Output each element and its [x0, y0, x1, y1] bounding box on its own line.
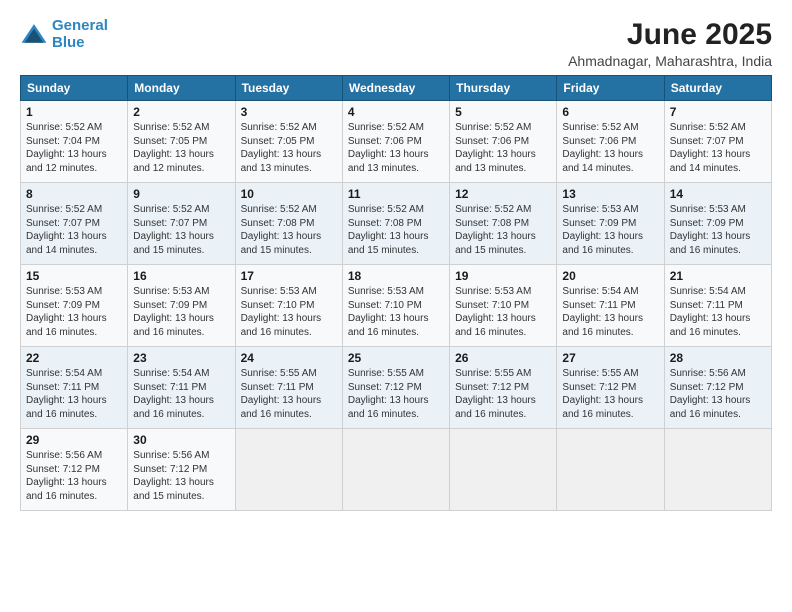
list-item: 1 Sunrise: 5:52 AMSunset: 7:04 PMDayligh… [21, 101, 128, 183]
header: General Blue June 2025 Ahmadnagar, Mahar… [20, 18, 772, 69]
logo: General Blue [20, 18, 108, 51]
list-item: 21 Sunrise: 5:54 AMSunset: 7:11 PMDaylig… [664, 265, 771, 347]
table-row: 1 Sunrise: 5:52 AMSunset: 7:04 PMDayligh… [21, 101, 772, 183]
list-item: 9 Sunrise: 5:52 AMSunset: 7:07 PMDayligh… [128, 183, 235, 265]
col-wednesday: Wednesday [342, 76, 449, 101]
list-item: 25 Sunrise: 5:55 AMSunset: 7:12 PMDaylig… [342, 347, 449, 429]
list-item: 18 Sunrise: 5:53 AMSunset: 7:10 PMDaylig… [342, 265, 449, 347]
empty-cell [664, 429, 771, 511]
list-item: 10 Sunrise: 5:52 AMSunset: 7:08 PMDaylig… [235, 183, 342, 265]
list-item: 16 Sunrise: 5:53 AMSunset: 7:09 PMDaylig… [128, 265, 235, 347]
title-block: June 2025 Ahmadnagar, Maharashtra, India [568, 18, 772, 69]
list-item: 5 Sunrise: 5:52 AMSunset: 7:06 PMDayligh… [450, 101, 557, 183]
logo-line2: Blue [52, 34, 85, 51]
list-item: 13 Sunrise: 5:53 AMSunset: 7:09 PMDaylig… [557, 183, 664, 265]
list-item: 29 Sunrise: 5:56 AMSunset: 7:12 PMDaylig… [21, 429, 128, 511]
col-sunday: Sunday [21, 76, 128, 101]
col-friday: Friday [557, 76, 664, 101]
list-item: 3 Sunrise: 5:52 AMSunset: 7:05 PMDayligh… [235, 101, 342, 183]
calendar: Sunday Monday Tuesday Wednesday Thursday… [20, 75, 772, 511]
list-item: 6 Sunrise: 5:52 AMSunset: 7:06 PMDayligh… [557, 101, 664, 183]
list-item: 7 Sunrise: 5:52 AMSunset: 7:07 PMDayligh… [664, 101, 771, 183]
table-row: 8 Sunrise: 5:52 AMSunset: 7:07 PMDayligh… [21, 183, 772, 265]
page: General Blue June 2025 Ahmadnagar, Mahar… [0, 0, 792, 612]
logo-text: General Blue [52, 18, 108, 51]
list-item: 4 Sunrise: 5:52 AMSunset: 7:06 PMDayligh… [342, 101, 449, 183]
table-row: 22 Sunrise: 5:54 AMSunset: 7:11 PMDaylig… [21, 347, 772, 429]
list-item: 14 Sunrise: 5:53 AMSunset: 7:09 PMDaylig… [664, 183, 771, 265]
col-thursday: Thursday [450, 76, 557, 101]
list-item: 15 Sunrise: 5:53 AMSunset: 7:09 PMDaylig… [21, 265, 128, 347]
list-item: 23 Sunrise: 5:54 AMSunset: 7:11 PMDaylig… [128, 347, 235, 429]
table-row: 29 Sunrise: 5:56 AMSunset: 7:12 PMDaylig… [21, 429, 772, 511]
empty-cell [557, 429, 664, 511]
logo-line1: General [52, 17, 108, 34]
list-item: 20 Sunrise: 5:54 AMSunset: 7:11 PMDaylig… [557, 265, 664, 347]
main-title: June 2025 [568, 18, 772, 51]
col-saturday: Saturday [664, 76, 771, 101]
list-item: 28 Sunrise: 5:56 AMSunset: 7:12 PMDaylig… [664, 347, 771, 429]
list-item: 22 Sunrise: 5:54 AMSunset: 7:11 PMDaylig… [21, 347, 128, 429]
list-item: 26 Sunrise: 5:55 AMSunset: 7:12 PMDaylig… [450, 347, 557, 429]
empty-cell [235, 429, 342, 511]
logo-icon [20, 21, 48, 49]
empty-cell [342, 429, 449, 511]
list-item: 2 Sunrise: 5:52 AMSunset: 7:05 PMDayligh… [128, 101, 235, 183]
list-item: 8 Sunrise: 5:52 AMSunset: 7:07 PMDayligh… [21, 183, 128, 265]
list-item: 24 Sunrise: 5:55 AMSunset: 7:11 PMDaylig… [235, 347, 342, 429]
list-item: 30 Sunrise: 5:56 AMSunset: 7:12 PMDaylig… [128, 429, 235, 511]
list-item: 11 Sunrise: 5:52 AMSunset: 7:08 PMDaylig… [342, 183, 449, 265]
calendar-header-row: Sunday Monday Tuesday Wednesday Thursday… [21, 76, 772, 101]
list-item: 19 Sunrise: 5:53 AMSunset: 7:10 PMDaylig… [450, 265, 557, 347]
table-row: 15 Sunrise: 5:53 AMSunset: 7:09 PMDaylig… [21, 265, 772, 347]
list-item: 12 Sunrise: 5:52 AMSunset: 7:08 PMDaylig… [450, 183, 557, 265]
col-monday: Monday [128, 76, 235, 101]
empty-cell [450, 429, 557, 511]
list-item: 27 Sunrise: 5:55 AMSunset: 7:12 PMDaylig… [557, 347, 664, 429]
col-tuesday: Tuesday [235, 76, 342, 101]
list-item: 17 Sunrise: 5:53 AMSunset: 7:10 PMDaylig… [235, 265, 342, 347]
subtitle: Ahmadnagar, Maharashtra, India [568, 53, 772, 69]
